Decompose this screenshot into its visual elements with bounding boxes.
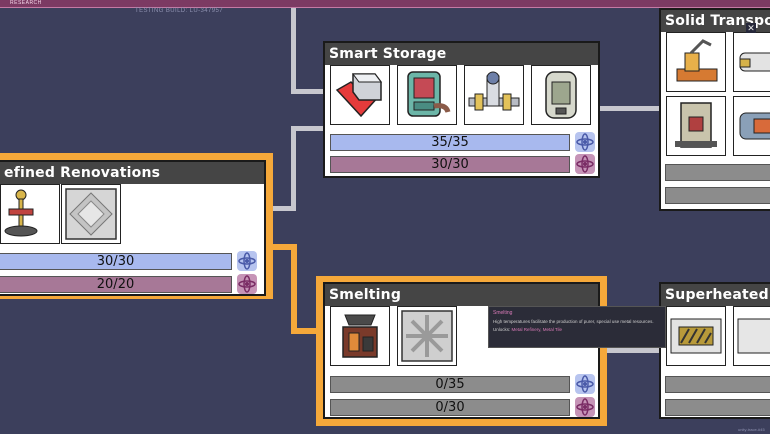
tech-unlock-metal-tile[interactable] xyxy=(397,306,457,366)
tooltip-unlocks-label: Unlocks: xyxy=(493,327,511,332)
tech-unlock-conveyor-rail[interactable] xyxy=(733,32,770,92)
tech-unlock-pedestal[interactable] xyxy=(0,184,60,244)
forge-tile-icon xyxy=(670,318,722,354)
research-orb-icon xyxy=(575,397,595,417)
tech-unlock-forge-tile[interactable] xyxy=(666,306,726,366)
gas-valve-icon xyxy=(468,71,520,111)
metal-tile-icon xyxy=(401,310,453,362)
research-orb-icon xyxy=(575,154,595,174)
tech-title: efined Renovations xyxy=(0,162,264,184)
storage-locker-icon xyxy=(335,73,382,118)
connector xyxy=(291,89,326,94)
tech-title: Superheated Forg xyxy=(661,284,770,306)
research-orb-icon xyxy=(575,374,595,394)
tech-unlock-solid-pipe[interactable] xyxy=(733,96,770,156)
research-progress-bar xyxy=(665,187,770,204)
tech-unlock-refrigerator[interactable] xyxy=(397,65,457,125)
research-progress-bar: 0/35 xyxy=(330,376,570,393)
research-progress-bar xyxy=(665,399,770,416)
research-progress-bar: 30/30 xyxy=(330,156,570,173)
connector xyxy=(271,206,296,211)
tooltip-description: High temperatures facilitate the product… xyxy=(493,319,654,324)
connector xyxy=(291,8,296,94)
solid-filter-icon xyxy=(675,102,717,148)
metal-refinery-icon xyxy=(342,314,378,358)
connector xyxy=(598,106,660,111)
tech-unlock-smart-tank[interactable] xyxy=(531,65,591,125)
tech-card-superheated-forging[interactable]: Superheated Forg xyxy=(659,282,770,419)
research-progress-bar: 20/20 xyxy=(0,276,232,293)
smart-tank-icon xyxy=(545,71,577,119)
tech-unlock-forge-tile-2[interactable] xyxy=(733,306,770,366)
tech-title: Smart Storage xyxy=(325,43,598,65)
tech-card-smart-storage[interactable]: Smart Storage 35/35 30/30 xyxy=(323,41,600,178)
screen-title: RESEARCH xyxy=(10,0,42,6)
tech-title: Smelting xyxy=(325,284,598,306)
tech-unlock-gas-valve[interactable] xyxy=(464,65,524,125)
tech-card-refined-renovations[interactable]: efined Renovations 30/30 20/20 xyxy=(0,160,266,296)
prerequisite-connector xyxy=(291,328,317,334)
forge-tile-icon xyxy=(737,318,770,354)
tooltip-unlocks-items: Metal Refinery, Metal Tile xyxy=(511,327,562,332)
conveyor-loader-icon xyxy=(676,39,718,82)
tech-unlock-solid-filter[interactable] xyxy=(666,96,726,156)
connector xyxy=(291,126,326,131)
prerequisite-connector xyxy=(291,244,297,334)
tech-tooltip: Smelting High temperatures facilitate th… xyxy=(488,306,666,348)
pedestal-icon xyxy=(4,189,38,237)
tech-card-smelting[interactable]: Smelting 0/35 0/30 xyxy=(323,282,600,419)
research-progress-bar: 0/30 xyxy=(330,399,570,416)
research-orb-icon xyxy=(237,251,257,271)
research-orb-icon xyxy=(237,274,257,294)
build-label: TESTING BUILD: LU-347957 xyxy=(135,8,223,14)
tooltip-title: Smelting xyxy=(493,310,513,316)
close-button[interactable]: ✕ xyxy=(746,23,756,33)
research-progress-bar xyxy=(665,164,770,181)
solid-pipe-icon xyxy=(739,112,770,140)
conveyor-rail-icon xyxy=(739,52,770,72)
research-progress-bar: 30/30 xyxy=(0,253,232,270)
tile-icon xyxy=(65,188,117,240)
tech-unlock-metal-refinery[interactable] xyxy=(330,306,390,366)
footer-mark: unity-trace-#45 xyxy=(738,427,765,432)
refrigerator-icon xyxy=(407,71,451,117)
connector xyxy=(291,126,296,211)
tech-unlock-storage-locker[interactable] xyxy=(330,65,390,125)
tech-unlock-tile[interactable] xyxy=(61,184,121,244)
tooltip-unlocks: Unlocks: Metal Refinery, Metal Tile xyxy=(493,327,661,332)
connector xyxy=(598,348,660,353)
tech-card-solid-transport[interactable]: Solid Transport xyxy=(659,8,770,211)
research-orb-icon xyxy=(575,132,595,152)
research-progress-bar xyxy=(665,376,770,393)
tech-unlock-conveyor-loader[interactable] xyxy=(666,32,726,92)
research-top-bar: RESEARCH xyxy=(0,0,770,8)
research-progress-bar: 35/35 xyxy=(330,134,570,151)
